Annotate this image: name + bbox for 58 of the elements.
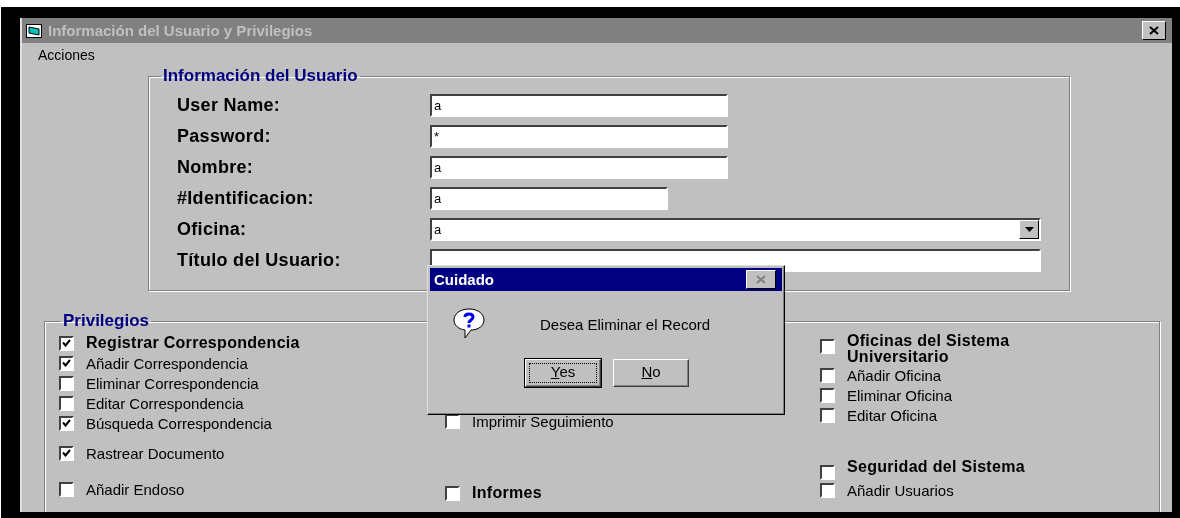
checkbox-label[interactable]: Seguridad del Sistema (847, 459, 1077, 475)
checkbox-label[interactable]: Imprimir Seguimiento (472, 412, 614, 430)
close-button[interactable] (1142, 21, 1166, 40)
checkbox[interactable] (445, 485, 460, 501)
yes-button[interactable]: Yes (525, 359, 601, 387)
field-label: Título del Usuario: (177, 250, 342, 271)
question-icon (452, 307, 486, 341)
checkbox[interactable] (59, 355, 74, 371)
checkbox-label[interactable]: Registrar Correspondencia (86, 334, 300, 352)
input-field[interactable]: a (430, 94, 728, 117)
dialog-title: Cuidado (434, 271, 494, 288)
checkmark-icon (62, 449, 71, 457)
close-icon (756, 275, 766, 284)
field-label: Nombre: (177, 157, 255, 178)
checkbox[interactable] (820, 339, 835, 354)
checkmark-icon (62, 359, 71, 367)
checkbox-label[interactable]: Añadir Correspondencia (86, 354, 248, 372)
checkbox[interactable] (820, 407, 835, 423)
checkbox[interactable] (59, 335, 74, 351)
checkbox[interactable] (59, 395, 74, 411)
checkbox-label[interactable]: Añadir Usuarios (847, 481, 954, 499)
menu-item[interactable]: Acciones (38, 47, 95, 63)
checkbox[interactable] (59, 445, 74, 461)
checkmark-icon (62, 339, 71, 347)
field-label: #Identificacion: (177, 188, 315, 209)
checkbox-label[interactable]: Búsqueda Correspondencia (86, 414, 272, 432)
checkbox-label[interactable]: Informes (472, 484, 542, 502)
checkbox-label[interactable]: Añadir Oficina (847, 366, 942, 384)
checkbox-label[interactable]: Editar Correspondencia (86, 394, 244, 412)
checkbox[interactable] (820, 387, 835, 403)
field-label: Password: (177, 126, 272, 147)
close-icon (1149, 26, 1159, 35)
window-icon (26, 23, 42, 38)
checkbox[interactable] (820, 367, 835, 383)
checkbox-label[interactable]: Añadir Endoso (86, 480, 185, 498)
checkbox-label[interactable]: Eliminar Correspondencia (86, 374, 259, 392)
dialog-message: Desea Eliminar el Record (540, 315, 711, 333)
checkbox[interactable] (59, 375, 74, 391)
checkbox-label[interactable]: Eliminar Oficina (847, 386, 953, 404)
group-title: Información del Usuario (162, 66, 359, 86)
input-field[interactable]: a (430, 156, 728, 179)
checkbox-label[interactable]: Oficinas del Sistema Universitario (847, 333, 1077, 365)
no-button[interactable]: No (613, 359, 689, 387)
checkbox[interactable] (59, 481, 74, 497)
window-title: Información del Usuario y Privilegios (48, 22, 313, 39)
checkbox[interactable] (820, 482, 835, 498)
checkmark-icon (62, 419, 71, 427)
group-title: Privilegios (62, 311, 150, 331)
field-label: User Name: (177, 95, 282, 116)
checkbox[interactable] (59, 415, 74, 431)
field-label: Oficina: (177, 219, 248, 240)
checkbox-label[interactable]: Rastrear Documento (86, 444, 225, 462)
checkbox[interactable] (820, 465, 835, 480)
checkbox-label[interactable]: Editar Oficina (847, 406, 938, 424)
input-field[interactable]: * (430, 125, 728, 148)
office-dropdown[interactable]: a (430, 218, 1041, 241)
close-button[interactable] (746, 270, 776, 289)
input-field[interactable]: a (430, 187, 668, 210)
